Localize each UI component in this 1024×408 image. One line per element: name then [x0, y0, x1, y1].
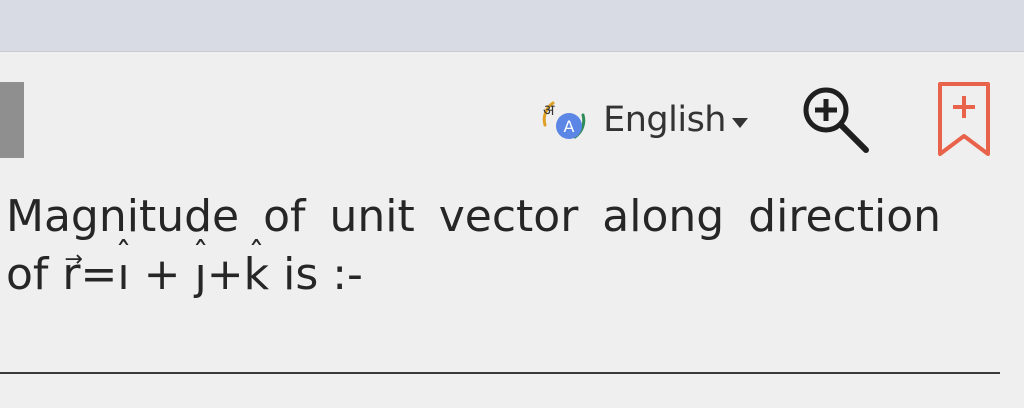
zoom-in-icon[interactable]: [798, 82, 874, 158]
question-text: Magnitude of unit vector along direction…: [6, 188, 1006, 304]
equals-sign: =: [80, 249, 118, 300]
chevron-down-icon: [732, 118, 748, 128]
language-icon-letter: A: [564, 117, 575, 136]
question-suffix: is :-: [283, 249, 363, 300]
question-line-2: of r → =ı ˆ + ȷ ˆ +k ˆ is :-: [6, 238, 1006, 304]
translate-icon: अ A: [542, 101, 586, 139]
question-prefix: of: [6, 249, 49, 300]
vector-r: r →: [62, 246, 83, 304]
question-line-1: Magnitude of unit vector along direction: [6, 191, 942, 242]
language-label: English: [603, 100, 726, 140]
top-bar: [0, 0, 1024, 52]
side-tab-handle[interactable]: [0, 82, 24, 158]
bookmark-add-icon[interactable]: [934, 80, 994, 160]
language-icon-script: अ: [543, 101, 555, 119]
hat-mark-i: ˆ: [115, 235, 132, 273]
unit-vector-i: ıˆ: [116, 238, 132, 304]
plus-sign-1: +: [143, 249, 181, 300]
divider: [0, 372, 1000, 374]
hat-mark-j: ˆ: [192, 235, 209, 273]
plus-sign-2: +: [206, 249, 244, 300]
hat-mark-k: ˆ: [248, 235, 265, 273]
unit-vector-k: kˆ: [244, 238, 269, 304]
vector-arrow-icon: →: [64, 247, 83, 272]
unit-vector-j: ȷˆ: [193, 238, 209, 304]
question-toolbar: अ A English: [535, 80, 994, 160]
language-selector[interactable]: अ A English: [535, 91, 748, 149]
